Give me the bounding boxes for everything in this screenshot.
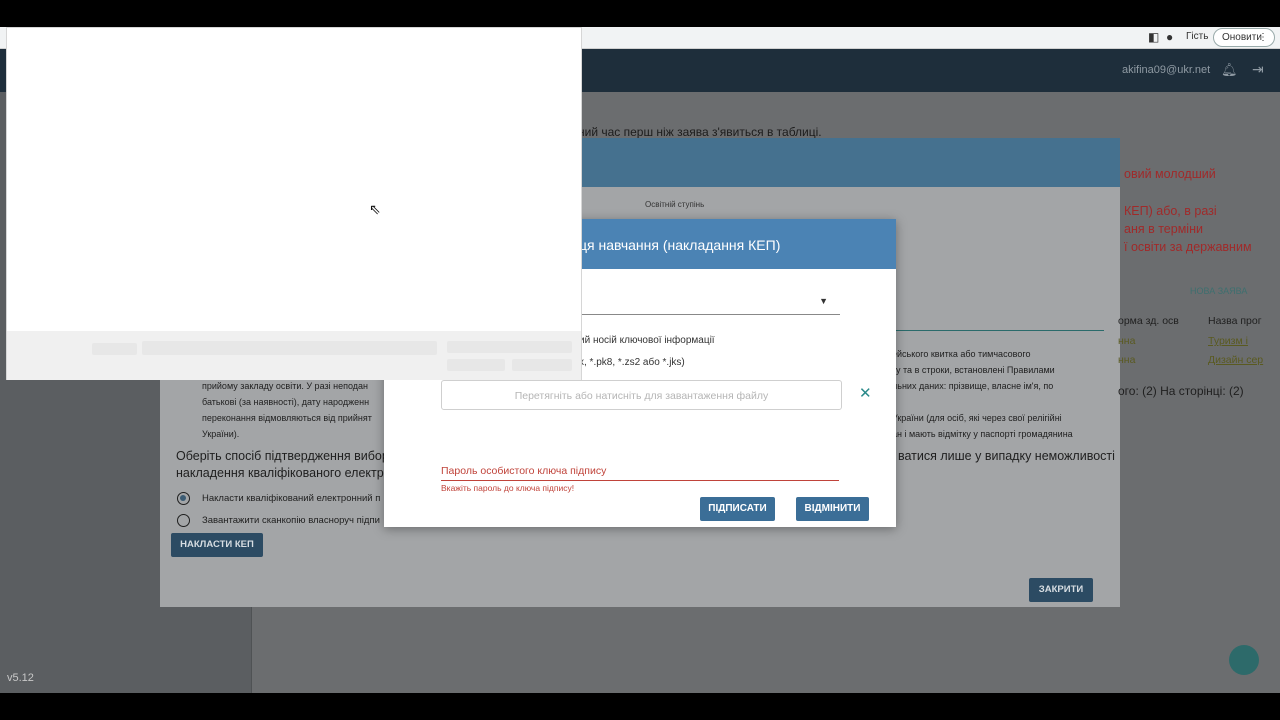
radio-sign-kep[interactable]	[177, 492, 190, 505]
terms-text: ейського квитка або тимчасового	[892, 349, 1031, 359]
logout-icon[interactable]: ⇥	[1252, 61, 1264, 78]
file-extensions-hint: x, *.pk8, *.zs2 або *.jks)	[579, 357, 685, 368]
warning-text: КЕП) або, в разі	[1124, 204, 1217, 218]
info-text: ний час перш ніж заява з'явиться в табли…	[578, 125, 822, 139]
radio-upload-scan-label[interactable]: Завантажити сканкопію власноруч підпи	[202, 515, 380, 526]
user-email[interactable]: akifina09@ukr.net	[1122, 64, 1210, 76]
education-level-label: Освітній ступінь	[645, 200, 705, 209]
profile-icon[interactable]: ●	[1166, 30, 1173, 44]
apply-kep-button[interactable]: НАКЛАСТИ КЕП	[171, 533, 263, 557]
key-center-select[interactable]: ь ▼	[570, 293, 840, 315]
table-header: Назва прог	[1208, 315, 1262, 327]
key-media-label: ий носій ключової інформації	[579, 335, 715, 346]
password-error-text: Вкажіть пароль до ключа підпису!	[441, 483, 575, 493]
blurred-text	[447, 341, 572, 353]
close-icon[interactable]: ✕	[859, 384, 872, 402]
confirm-method-question: Оберіть спосіб підтвердження вибору м	[176, 449, 407, 463]
popup-footer	[7, 331, 581, 380]
new-application-link[interactable]: НОВА ЗАЯВА	[1190, 286, 1247, 296]
blurred-text	[92, 343, 137, 355]
guest-label[interactable]: Гість	[1186, 31, 1208, 42]
terms-text: ан і мають відмітку у паспорті громадяни…	[892, 429, 1073, 439]
browser-window: ◧ ● Гість Оновити ⋮ akifina09@ukr.net 🔔︎…	[0, 27, 1280, 693]
terms-text: України (для осіб, які через свої релігі…	[892, 413, 1062, 423]
warning-text: овий молодший	[1124, 167, 1216, 181]
terms-text: прийому закладу освіти. У разі неподан	[202, 381, 368, 391]
key-file-dropzone[interactable]: Перетягніть або натисніть для завантажен…	[441, 380, 842, 410]
key-password-input[interactable]	[441, 462, 839, 481]
table-header: орма зд. осв	[1118, 315, 1179, 327]
table-cell: нна	[1118, 354, 1136, 366]
radio-upload-scan[interactable]	[177, 514, 190, 527]
warning-text: аня в терміни	[1124, 222, 1203, 236]
blurred-text	[512, 359, 572, 371]
close-button[interactable]: ЗАКРИТИ	[1029, 578, 1093, 602]
chevron-down-icon[interactable]: ▼	[819, 296, 828, 306]
update-button[interactable]: Оновити ⋮	[1213, 28, 1275, 47]
terms-text: льних даних: прізвище, власне ім'я, по	[892, 381, 1054, 391]
table-cell: нна	[1118, 335, 1136, 347]
warning-text: ї освіти за державним	[1124, 240, 1252, 254]
terms-text: ку та в строки, встановлені Правилами	[892, 365, 1055, 375]
radio-sign-kep-label[interactable]: Накласти кваліфікований електронний п	[202, 493, 380, 504]
blurred-text	[447, 359, 505, 371]
app-version: v5.12	[7, 672, 34, 684]
sign-button[interactable]: ПІДПИСАТИ	[700, 497, 775, 521]
update-label: Оновити	[1222, 32, 1262, 43]
chat-fab-button[interactable]	[1229, 645, 1259, 675]
more-menu-icon[interactable]: ⋮	[1258, 29, 1268, 46]
terms-text: України).	[202, 429, 240, 439]
terms-text: батькові (за наявності), дату народженн	[202, 397, 370, 407]
table-divider	[896, 330, 1104, 331]
mouse-cursor-icon: ⇖	[369, 201, 381, 217]
table-cell-link[interactable]: Дизайн сер	[1208, 354, 1263, 366]
confirm-method-question: накладення кваліфікованого електронн	[176, 466, 405, 480]
pagination-info: ого: (2) На сторінці: (2)	[1118, 384, 1244, 398]
terms-text: переконання відмовляються від прийнят	[202, 413, 372, 423]
cancel-button[interactable]: ВІДМІНИТИ	[796, 497, 869, 521]
kep-dialog-title: ця навчання (накладання КЕП)	[579, 237, 781, 253]
blurred-text	[142, 341, 437, 355]
side-panel-icon[interactable]: ◧	[1148, 30, 1159, 44]
bell-icon[interactable]: 🔔︎	[1221, 62, 1238, 78]
table-cell-link[interactable]: Туризм і	[1208, 335, 1248, 347]
blank-popup-window: ⇖	[6, 27, 582, 380]
confirm-method-question: ватися лише у випадку неможливості	[898, 449, 1115, 463]
